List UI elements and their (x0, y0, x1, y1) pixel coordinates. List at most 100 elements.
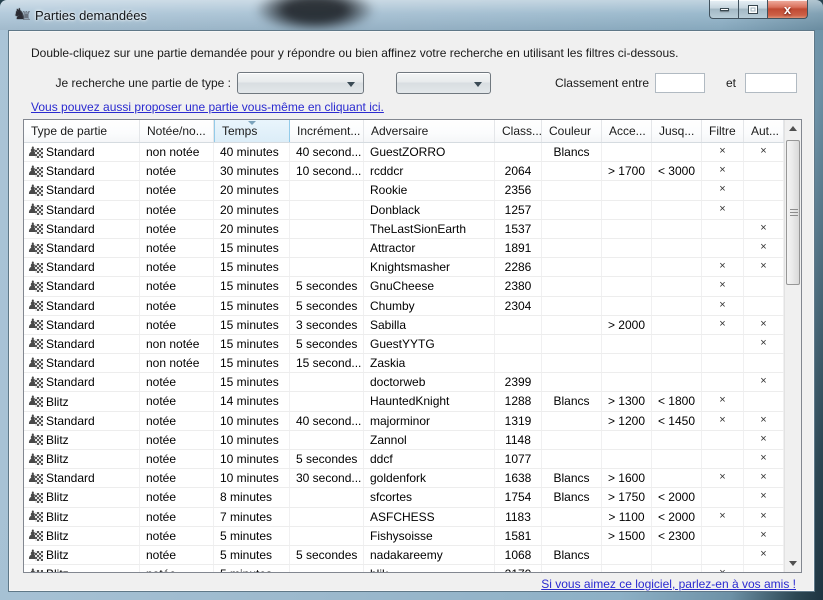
cell-col1: notée (140, 392, 214, 410)
cell-col9: × (702, 181, 744, 199)
cell-col4: ddcf (364, 450, 495, 468)
table-row[interactable]: Standardnon notée15 minutes5 secondesGue… (24, 335, 784, 354)
column-header-9[interactable]: Filtre (702, 120, 744, 142)
cell-col3 (290, 373, 364, 391)
table-row[interactable]: Standardnotée15 minutesKnightsmasher2286… (24, 258, 784, 277)
column-header-8[interactable]: Jusq... (652, 120, 702, 142)
pawn-icon (27, 317, 43, 332)
maximize-button[interactable] (738, 0, 767, 19)
pawn-icon (27, 279, 43, 294)
cell-col9: × (702, 258, 744, 276)
close-button[interactable]: x (767, 0, 808, 19)
cell-col5: 2064 (495, 162, 542, 180)
cell-col7: > 1600 (602, 469, 652, 487)
cell-col8: < 2000 (652, 488, 702, 506)
cell-col7: > 1700 (602, 162, 652, 180)
cell-col10: × (744, 527, 784, 545)
share-link[interactable]: Si vous aimez ce logiciel, parlez-en à v… (541, 577, 796, 591)
pawn-icon (27, 452, 43, 467)
column-header-5[interactable]: Class... (495, 120, 542, 142)
scrollbar-thumb[interactable] (786, 140, 800, 285)
cell-col4: Fishysoisse (364, 527, 495, 545)
minimize-button[interactable] (709, 0, 738, 19)
column-header-3[interactable]: Incrément... (290, 120, 364, 142)
cell-col8 (652, 277, 702, 295)
minimize-icon (720, 8, 729, 11)
table-header: Type de partieNotée/no...TempsIncrément.… (24, 120, 784, 143)
cell-col6 (542, 220, 602, 238)
window-title: Parties demandées (35, 8, 147, 23)
table-row[interactable]: Standardnon notée40 minutes40 second...G… (24, 143, 784, 162)
column-header-7[interactable]: Acce... (602, 120, 652, 142)
table-row[interactable]: Standardnotée15 minutes5 secondesChumby2… (24, 297, 784, 316)
cell-col6 (542, 162, 602, 180)
game-type-cell: Standard (24, 335, 140, 353)
propose-game-link[interactable]: Vous pouvez aussi proposer une partie vo… (31, 100, 384, 114)
rating-min-input[interactable] (655, 73, 705, 93)
scroll-up-button[interactable] (785, 120, 801, 137)
column-header-1[interactable]: Notée/no... (140, 120, 214, 142)
table-row[interactable]: Blitznotée8 minutessfcortes1754Blancs> 1… (24, 488, 784, 507)
cell-col1: notée (140, 508, 214, 526)
table-row[interactable]: Standardnotée15 minutes3 secondesSabilla… (24, 316, 784, 335)
table-row[interactable]: Standardnotée20 minutesRookie2356× (24, 181, 784, 200)
cell-col10: × (744, 546, 784, 564)
scrollbar-track[interactable] (785, 137, 801, 555)
table-row[interactable]: Standardnotée15 minutesAttractor1891× (24, 239, 784, 258)
scroll-down-button[interactable] (785, 555, 801, 572)
table-row[interactable]: Blitznotée5 minutesblik2170× (24, 565, 784, 572)
cell-col10 (744, 354, 784, 372)
cell-col3 (290, 527, 364, 545)
table-row[interactable]: Standardnotée10 minutes30 second...golde… (24, 469, 784, 488)
rating-range-label: Classement entre (549, 76, 649, 90)
game-type-cell: Standard (24, 469, 140, 487)
table-row[interactable]: Blitznotée5 minutes5 secondesnadakareemy… (24, 546, 784, 565)
column-header-2[interactable]: Temps (214, 120, 290, 142)
table-row[interactable]: Blitznotée7 minutesASFCHESS1183> 1100< 2… (24, 508, 784, 527)
cell-col7 (602, 258, 652, 276)
close-icon: x (784, 3, 791, 16)
game-variant-select[interactable] (396, 72, 491, 94)
cell-col4: Zaskia (364, 354, 495, 372)
cell-col7 (602, 431, 652, 449)
cell-col10: × (744, 143, 784, 161)
cell-col4: Sabilla (364, 316, 495, 334)
rating-max-input[interactable] (745, 73, 797, 93)
table-row[interactable]: Blitznotée10 minutes5 secondesddcf1077× (24, 450, 784, 469)
table-row[interactable]: Standardnotée30 minutes10 second...rcddc… (24, 162, 784, 181)
cell-col8 (652, 143, 702, 161)
cell-col3: 5 secondes (290, 335, 364, 353)
cell-col1: notée (140, 181, 214, 199)
cell-col9: × (702, 412, 744, 430)
table-row[interactable]: Standardnotée15 minutesdoctorweb2399× (24, 373, 784, 392)
cell-col2: 5 minutes (214, 565, 290, 572)
column-header-6[interactable]: Couleur (542, 120, 602, 142)
game-type-select[interactable] (237, 72, 364, 94)
cell-col8 (652, 239, 702, 257)
caption-buttons: x (709, 0, 808, 19)
table-row[interactable]: Standardnotée20 minutesTheLastSionEarth1… (24, 220, 784, 239)
table-row[interactable]: Blitznotée5 minutesFishysoisse1581> 1500… (24, 527, 784, 546)
table-row[interactable]: Standardnotée10 minutes40 second...major… (24, 412, 784, 431)
column-header-10[interactable]: Aut... (744, 120, 784, 142)
game-type-cell: Standard (24, 373, 140, 391)
cell-col9: × (702, 469, 744, 487)
pawn-icon (27, 375, 43, 390)
cell-col4: GuestYYTG (364, 335, 495, 353)
table-row[interactable]: Standardnotée20 minutesDonblack1257× (24, 201, 784, 220)
cell-col2: 10 minutes (214, 450, 290, 468)
cell-col8 (652, 354, 702, 372)
cell-col8 (652, 181, 702, 199)
vertical-scrollbar[interactable] (784, 120, 801, 572)
table-row[interactable]: Standardnon notée15 minutes15 second...Z… (24, 354, 784, 373)
pawn-icon (27, 336, 43, 351)
cell-col5: 1537 (495, 220, 542, 238)
titlebar[interactable]: ♞ ♜ Parties demandées x (0, 0, 823, 30)
column-header-0[interactable]: Type de partie (24, 120, 140, 142)
table-row[interactable]: Blitznotée10 minutesZannol1148× (24, 431, 784, 450)
table-row[interactable]: Blitznotée14 minutesHauntedKnight1288Bla… (24, 392, 784, 411)
cell-col10: × (744, 431, 784, 449)
table-row[interactable]: Standardnotée15 minutes5 secondesGnuChee… (24, 277, 784, 296)
cell-col1: notée (140, 450, 214, 468)
column-header-4[interactable]: Adversaire (364, 120, 495, 142)
